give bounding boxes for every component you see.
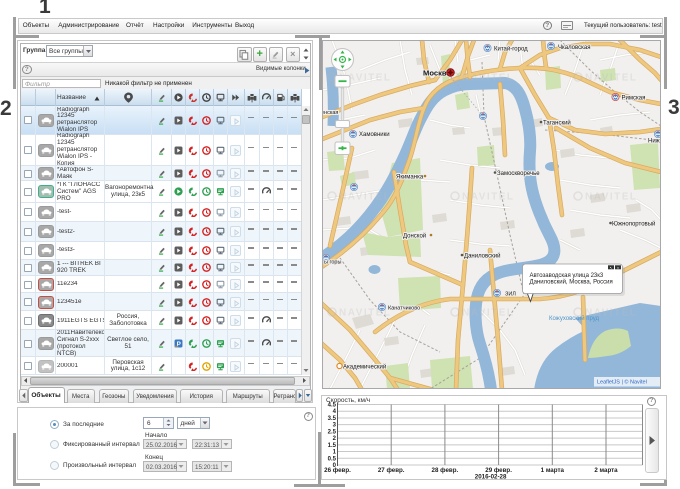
svg-text:NAVITEL: NAVITEL [462, 192, 515, 203]
svg-text:Даниловский, Москва, Россия: Даниловский, Москва, Россия [530, 279, 613, 286]
svg-text:3.5: 3.5 [328, 415, 337, 421]
svg-text:Китай-город: Китай-город [494, 46, 528, 53]
svg-text:Чкаловская: Чкаловская [558, 45, 590, 51]
svg-text:1: 1 [333, 449, 337, 455]
svg-text:Южнопортовый: Южнопортовый [612, 221, 655, 228]
svg-text:3: 3 [333, 422, 337, 428]
svg-text:2: 2 [333, 436, 337, 442]
svg-text:↖: ↖ [610, 266, 613, 270]
svg-text:NAVITEL: NAVITEL [585, 192, 638, 203]
svg-text:4: 4 [333, 409, 337, 415]
svg-text:1.5: 1.5 [328, 442, 337, 448]
svg-text:Замоскворечье: Замоскворечье [497, 171, 540, 177]
svg-text:NAVITEL: NAVITEL [585, 73, 638, 84]
svg-text:2016-02-28: 2016-02-28 [475, 473, 507, 480]
svg-text:Римская: Римская [622, 96, 646, 102]
svg-text:Якиманка: Якиманка [396, 175, 424, 181]
svg-text:27 февр.: 27 февр. [378, 467, 405, 474]
svg-text:2.5: 2.5 [328, 429, 337, 435]
svg-text:ы горы: ы горы [324, 260, 341, 266]
svg-text:енская: енская [322, 110, 338, 116]
svg-text:Академический: Академический [343, 364, 386, 371]
svg-text:Хамовники: Хамовники [359, 132, 390, 138]
svg-text:1 марта: 1 марта [541, 467, 565, 474]
svg-text:NAVITEL: NAVITEL [339, 192, 392, 203]
svg-text:Даниловский: Даниловский [464, 253, 500, 260]
svg-text:LeafletJS | © Navitel: LeafletJS | © Navitel [597, 379, 647, 386]
svg-text:NAVITEL: NAVITEL [462, 308, 515, 319]
svg-text:Кожуховский пруд: Кожуховский пруд [549, 315, 600, 322]
svg-text:NAVITEL: NAVITEL [462, 73, 515, 84]
svg-text:28 февр.: 28 февр. [432, 467, 459, 474]
svg-text:Канатчиково: Канатчиково [388, 306, 420, 312]
svg-text:26 февр.: 26 февр. [324, 467, 351, 474]
svg-text:2 марта: 2 марта [594, 467, 618, 474]
svg-text:0.5: 0.5 [328, 456, 337, 462]
svg-text:Автозаводская улица 23к3: Автозаводская улица 23к3 [530, 273, 604, 279]
svg-text:4.5: 4.5 [328, 402, 337, 408]
svg-text:ЗИЛ: ЗИЛ [505, 292, 516, 298]
svg-text:Таганский: Таганский [543, 120, 571, 127]
svg-text:Донской: Донской [403, 233, 426, 240]
svg-text:Ниж: Ниж [648, 139, 660, 145]
